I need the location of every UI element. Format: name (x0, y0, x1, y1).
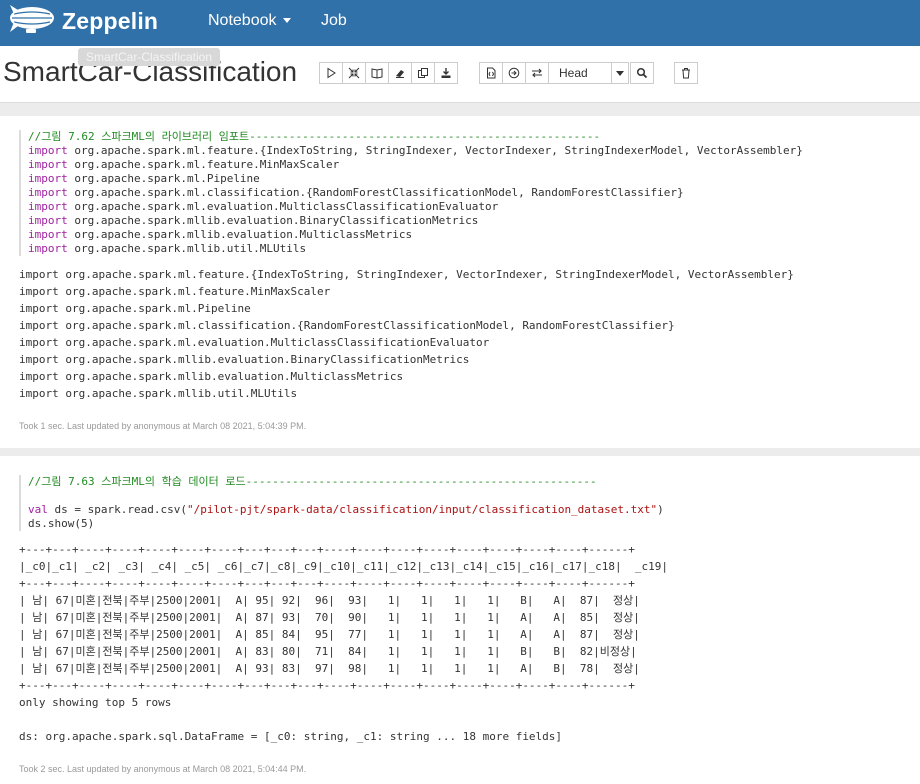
caret-down-icon (282, 18, 291, 24)
clone-note-button[interactable] (411, 62, 435, 84)
export-note-button[interactable] (434, 62, 458, 84)
revision-dropdown-toggle[interactable] (611, 62, 629, 84)
version-control-button[interactable] (479, 62, 503, 84)
code-line: org.apache.spark.ml.evaluation.Multiclas… (67, 200, 499, 213)
paragraph-1: //그림 7.62 스파크ML의 라이브러리 임포트--------------… (0, 116, 920, 448)
hide-output-button[interactable] (365, 62, 389, 84)
notebook-menu[interactable]: Notebook (208, 12, 291, 30)
run-all-button[interactable] (319, 62, 343, 84)
code-line: org.apache.spark.ml.feature.MinMaxScaler (67, 158, 340, 171)
code-line: org.apache.spark.mllib.util.MLUtils (67, 242, 307, 255)
caret-down-icon (616, 70, 624, 76)
search-button[interactable] (630, 62, 654, 84)
code-editor[interactable]: //그림 7.63 스파크ML의 학습 데이터 로드--------------… (19, 475, 664, 531)
code-string: "/pilot-pjt/spark-data/classification/in… (186, 503, 658, 516)
paragraph-output: +---+---+----+----+----+----+----+---+--… (19, 543, 669, 743)
paragraph-status: Took 2 sec. Last updated by anonymous at… (19, 764, 307, 774)
code-comment: //그림 7.63 스파크ML의 학습 데이터 로드--------------… (28, 475, 597, 488)
version-control-group: Head (479, 62, 629, 84)
compare-revisions-button[interactable] (525, 62, 549, 84)
trash-group (674, 62, 698, 84)
exchange-icon (532, 68, 542, 78)
copy-icon (418, 68, 428, 78)
arrow-circle-icon (508, 67, 520, 79)
paragraph-2: //그림 7.63 스파크ML의 학습 데이터 로드--------------… (0, 456, 920, 784)
code-line: org.apache.spark.mllib.evaluation.Multic… (67, 228, 413, 241)
code-line: org.apache.spark.mllib.evaluation.Binary… (67, 214, 479, 227)
code-line: org.apache.spark.ml.classification.{Rand… (67, 186, 684, 199)
set-revision-button[interactable] (502, 62, 526, 84)
code-line: org.apache.spark.ml.feature.{IndexToStri… (67, 144, 803, 157)
top-navbar: Zeppelin Notebook Job (0, 0, 920, 46)
note-action-group (319, 62, 458, 84)
collapse-arrows-icon (348, 67, 360, 79)
code-line: ds.show(5) (28, 517, 95, 530)
trash-icon (682, 68, 690, 79)
note-title-tooltip: SmartCar-Classification (78, 48, 221, 66)
notebook-menu-label: Notebook (208, 12, 277, 29)
brand-name[interactable]: Zeppelin (62, 8, 158, 35)
paragraph-status: Took 1 sec. Last updated by anonymous at… (19, 421, 307, 431)
search-icon (636, 67, 648, 79)
revision-select[interactable]: Head (548, 62, 612, 84)
clear-output-button[interactable] (388, 62, 412, 84)
code-line: org.apache.spark.ml.Pipeline (67, 172, 260, 185)
search-group (630, 62, 654, 84)
zeppelin-logo-icon[interactable] (4, 4, 56, 38)
job-menu[interactable]: Job (321, 12, 347, 30)
code-line: ds = spark.read.csv( (47, 503, 187, 516)
delete-note-button[interactable] (674, 62, 698, 84)
paragraph-output: import org.apache.spark.ml.feature.{Inde… (19, 268, 794, 400)
play-icon (327, 67, 336, 79)
book-icon (371, 68, 383, 79)
code-comment: //그림 7.62 스파크ML의 라이브러리 임포트--------------… (28, 130, 601, 143)
download-icon (441, 68, 451, 78)
code-editor[interactable]: //그림 7.62 스파크ML의 라이브러리 임포트--------------… (19, 130, 803, 256)
eraser-icon (396, 70, 404, 78)
code-line: ) (657, 503, 664, 516)
hide-code-button[interactable] (342, 62, 366, 84)
file-code-icon (487, 67, 496, 79)
